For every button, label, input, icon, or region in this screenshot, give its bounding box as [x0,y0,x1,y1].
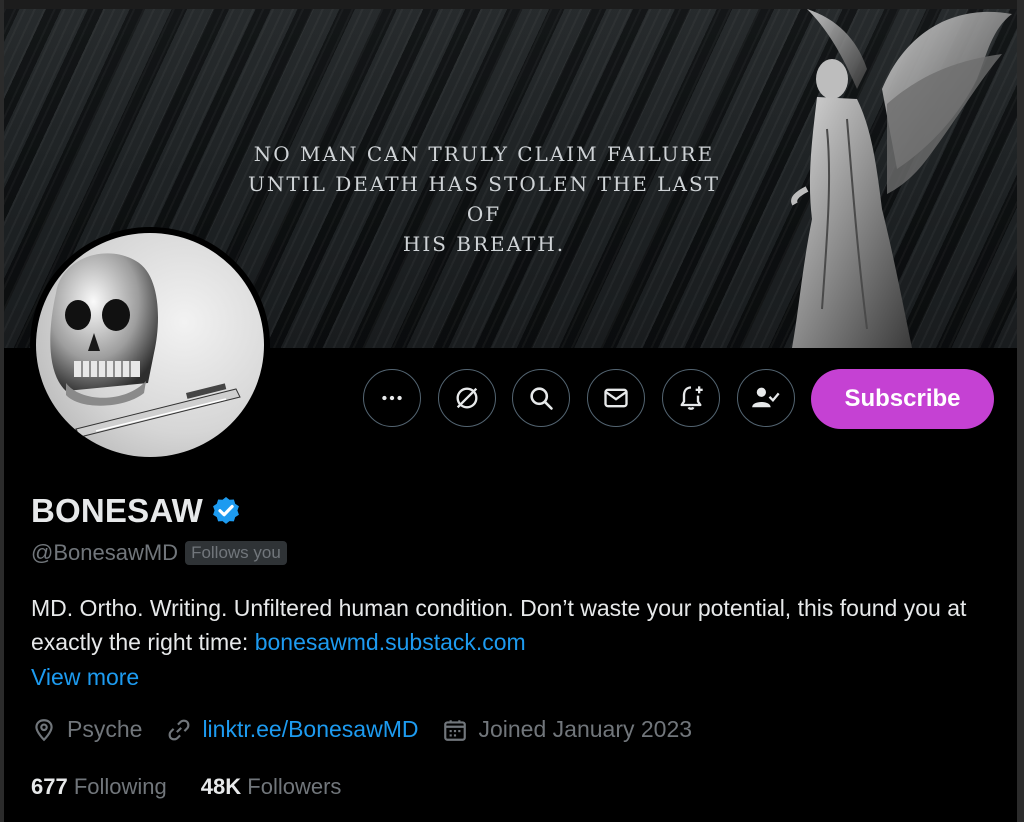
banner-quote-line: until death has stolen the last of [248,172,720,226]
person-check-icon [752,387,780,408]
website-link[interactable]: linktr.ee/BonesawMD [202,716,418,743]
notify-button[interactable] [662,369,720,427]
profile-name-row: BONESAW [31,492,242,530]
joined-item: Joined January 2023 [442,716,692,743]
followers-count: 48K [200,774,242,799]
link-icon [169,719,190,740]
verified-badge-icon[interactable] [210,495,242,527]
location-pin-icon [35,718,53,741]
view-more-link[interactable]: View more [31,664,139,691]
following-stat[interactable]: 677 Following [31,774,167,800]
search-button[interactable] [512,369,570,427]
grok-icon [456,387,478,409]
profile-handle: @BonesawMD [31,540,179,565]
profile-meta: Psyche linktr.ee/BonesawMD Joined Januar… [31,716,716,743]
angel-statue-image [791,9,1012,348]
location-text: Psyche [67,716,143,742]
window-edge-right [1017,0,1024,822]
website-item: linktr.ee/BonesawMD [166,716,418,743]
calendar-icon [444,719,467,741]
profile-name: BONESAW [31,492,203,529]
followers-label: Followers [247,774,342,799]
subscribe-button[interactable]: Subscribe [811,369,994,429]
grok-button[interactable] [438,369,496,427]
profile-avatar[interactable] [30,227,270,463]
following-count: 677 [31,774,68,799]
following-button[interactable] [737,369,795,427]
joined-text: Joined January 2023 [478,716,693,742]
skull-image [50,253,241,438]
avatar-image [36,233,264,457]
bio-link[interactable]: bonesawmd.substack.com [255,629,526,655]
profile-bio: MD. Ortho. Writing. Unfiltered human con… [31,591,991,659]
search-icon [530,387,553,410]
location-item: Psyche [31,716,142,743]
banner-quote: No man can truly claim failure until dea… [234,139,734,259]
profile-handle-row: @BonesawMD Follows you [31,540,287,566]
more-button[interactable] [363,369,421,427]
banner-quote-line: No man can truly claim failure [253,142,715,166]
envelope-icon [604,388,628,408]
follows-you-badge: Follows you [185,541,287,565]
bell-plus-icon [680,386,703,410]
message-button[interactable] [587,369,645,427]
profile-page: No man can truly claim failure until dea… [0,0,1024,822]
followers-stat[interactable]: 48K Followers [201,774,342,800]
banner-quote-line: his breath. [402,232,566,256]
following-label: Following [73,774,167,799]
more-horizontal-icon [382,395,402,401]
window-edge-top [0,0,1024,9]
profile-stats: 677 Following 48K Followers [31,774,375,800]
